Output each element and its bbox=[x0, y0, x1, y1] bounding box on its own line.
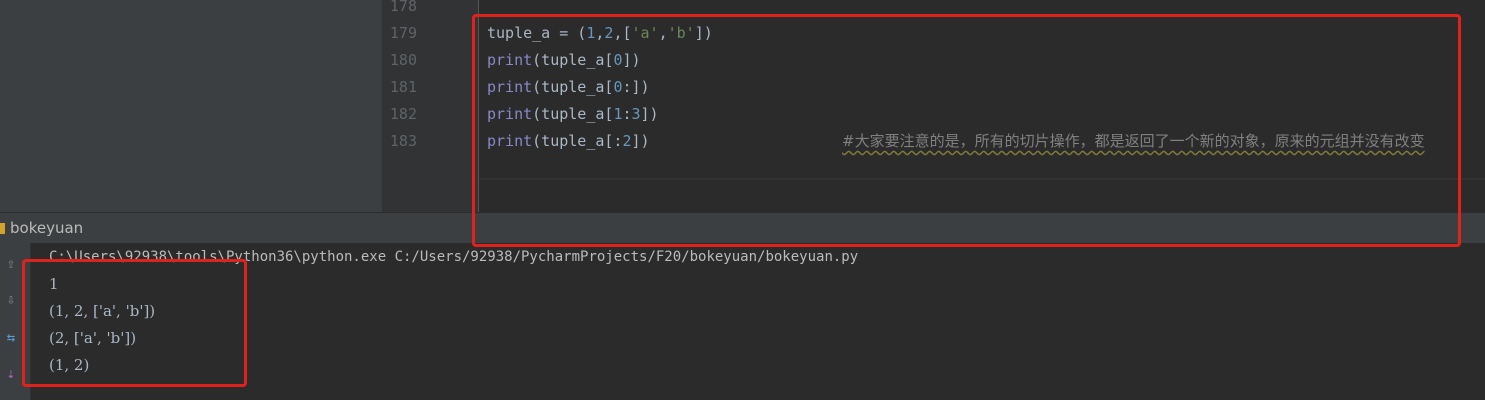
arrow-down-icon[interactable]: ⇩ bbox=[0, 289, 22, 311]
scroll-to-end-icon[interactable]: ⇣ bbox=[0, 363, 22, 385]
line-number: 183 bbox=[389, 132, 417, 150]
line-number: 178 bbox=[389, 0, 417, 15]
line-number: 182 bbox=[389, 105, 417, 123]
project-pane bbox=[0, 0, 383, 212]
run-config-icon bbox=[0, 223, 5, 234]
soft-wrap-icon[interactable]: ⇆ bbox=[0, 327, 22, 349]
run-tab-title[interactable]: bokeyuan bbox=[10, 219, 83, 237]
line-number: 181 bbox=[389, 78, 417, 96]
code-highlight-box bbox=[472, 14, 1461, 247]
run-console[interactable]: C:\Users\92938\tools\Python36\python.exe… bbox=[31, 243, 1485, 400]
arrow-up-icon[interactable]: ⇧ bbox=[0, 253, 22, 275]
line-number: 179 bbox=[389, 24, 417, 42]
line-gutter: 178 179 180 181 182 183 bbox=[383, 0, 479, 212]
line-number: 180 bbox=[389, 51, 417, 69]
output-highlight-box bbox=[22, 259, 247, 387]
